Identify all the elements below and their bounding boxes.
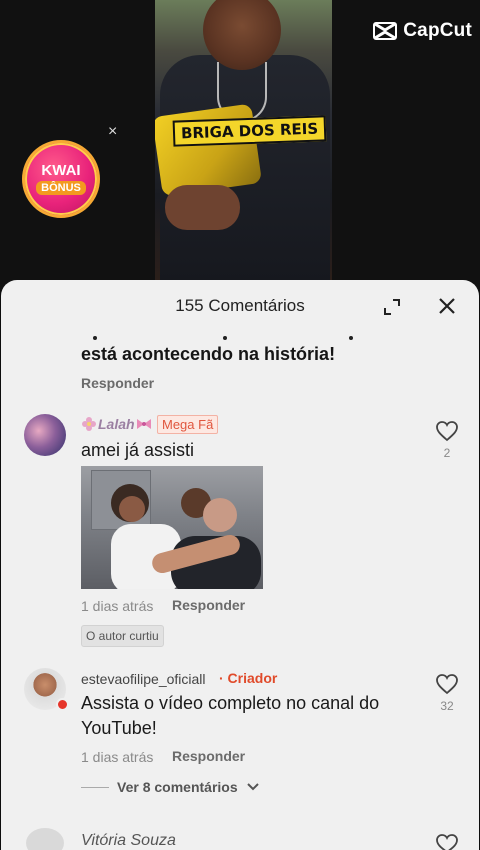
like-button[interactable]: 32	[432, 673, 462, 713]
capcut-watermark: CapCut	[373, 20, 472, 42]
chevron-down-icon	[246, 783, 259, 791]
comment-time: 1 dias atrás	[81, 749, 154, 765]
flower-icon	[82, 417, 96, 431]
see-more-replies-button[interactable]: Ver 8 comentários	[81, 779, 260, 795]
comments-count-title: 155 Comentários	[175, 296, 305, 315]
close-icon[interactable]	[437, 296, 457, 316]
heart-icon[interactable]	[435, 834, 459, 850]
video-area[interactable]: BRIGA DOS REIS CapCut KWAI BÔNUS ×	[0, 0, 480, 290]
comment-text-line1: Assista o vídeo completo no canal do	[81, 693, 380, 713]
comments-sheet: 155 Comentários está acontecendo na hist…	[1, 280, 479, 850]
like-count: 32	[440, 699, 454, 713]
like-count: 2	[443, 446, 451, 460]
like-button[interactable]: 2	[432, 420, 462, 460]
comment-username[interactable]: estevaofilipe_oficiall	[81, 671, 206, 687]
video-frame[interactable]: BRIGA DOS REIS	[155, 0, 332, 280]
reply-button[interactable]: Responder	[172, 597, 245, 613]
video-overlay-title: BRIGA DOS REIS	[172, 115, 327, 147]
mega-fan-badge: Mega Fã	[157, 415, 219, 434]
truncated-text-dots	[93, 336, 393, 342]
comment-photo[interactable]	[81, 466, 263, 589]
close-badge-icon[interactable]: ×	[108, 123, 117, 141]
verified-icon	[56, 698, 69, 711]
kwai-bonus-line1: KWAI	[41, 162, 81, 179]
previous-comment-text: está acontecendo na história!	[81, 344, 336, 364]
reply-button[interactable]: Responder	[172, 748, 245, 764]
bow-icon	[137, 419, 151, 429]
kwai-bonus-badge[interactable]: KWAI BÔNUS	[22, 140, 100, 218]
expand-icon[interactable]	[383, 298, 401, 316]
avatar[interactable]	[26, 828, 64, 850]
comment-text: amei já assisti	[81, 440, 195, 460]
author-liked-badge: O autor curtiu	[81, 625, 164, 647]
comment-text: Assista o vídeo completo no canal do You…	[81, 691, 379, 741]
heart-icon[interactable]	[435, 673, 459, 695]
divider-line	[81, 786, 109, 788]
comment-text-line2: YouTube!	[81, 718, 157, 738]
sheet-header: 155 Comentários	[1, 296, 479, 322]
see-more-replies-label: Ver 8 comentários	[117, 779, 238, 795]
comment-time: 1 dias atrás	[81, 598, 154, 614]
heart-icon[interactable]	[435, 420, 459, 442]
avatar[interactable]	[24, 414, 66, 456]
video-hand	[165, 185, 240, 230]
kwai-bonus-line2: BÔNUS	[36, 181, 86, 195]
comment-username[interactable]: Vitória Souza	[81, 832, 176, 850]
comment-username[interactable]: Lalah	[98, 416, 135, 432]
creator-badge: · Criador	[219, 670, 278, 686]
capcut-logo-icon	[373, 22, 398, 40]
reply-button[interactable]: Responder	[81, 375, 154, 391]
capcut-text: CapCut	[403, 20, 472, 41]
